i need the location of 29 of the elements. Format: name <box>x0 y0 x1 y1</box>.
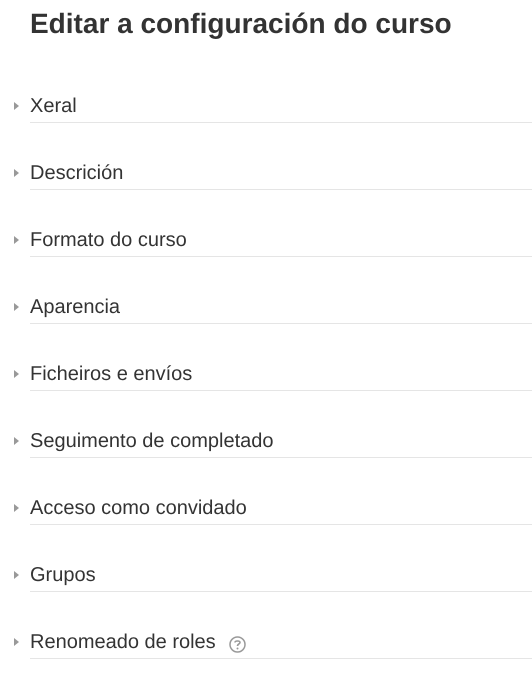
section-toggle[interactable] <box>13 234 20 244</box>
section-toggle[interactable] <box>13 168 20 178</box>
section-title[interactable]: Aparencia <box>30 296 120 318</box>
section-title[interactable]: Acceso como convidado <box>30 496 247 518</box>
section-toggle[interactable] <box>13 502 20 512</box>
section-title[interactable]: Xeral <box>30 94 77 116</box>
caret-icon <box>13 234 20 244</box>
caret-icon <box>13 570 20 580</box>
caret-icon <box>13 302 20 312</box>
section-title[interactable]: Seguimento de completado <box>30 430 274 452</box>
caret-icon <box>13 502 20 512</box>
section-title[interactable]: Formato do curso <box>30 228 187 250</box>
section-title[interactable]: Descrición <box>30 162 124 184</box>
section-title[interactable]: Ficheiros e envíos <box>30 362 192 384</box>
section-toggle[interactable] <box>13 436 20 446</box>
section-toggle[interactable] <box>13 100 20 110</box>
section-title[interactable]: Renomeado de roles <box>30 630 216 652</box>
section-toggle[interactable] <box>13 302 20 312</box>
caret-icon <box>13 168 20 178</box>
caret-icon <box>13 436 20 446</box>
section-title[interactable]: Grupos <box>30 564 96 586</box>
caret-icon <box>13 100 20 110</box>
section-toggle[interactable] <box>13 570 20 580</box>
section-toggle[interactable] <box>13 368 20 378</box>
help-icon[interactable] <box>228 636 246 653</box>
caret-icon <box>13 636 20 646</box>
page-title: Editar a configuración do curso <box>30 7 452 41</box>
caret-icon <box>13 368 20 378</box>
section-toggle[interactable] <box>13 636 20 646</box>
